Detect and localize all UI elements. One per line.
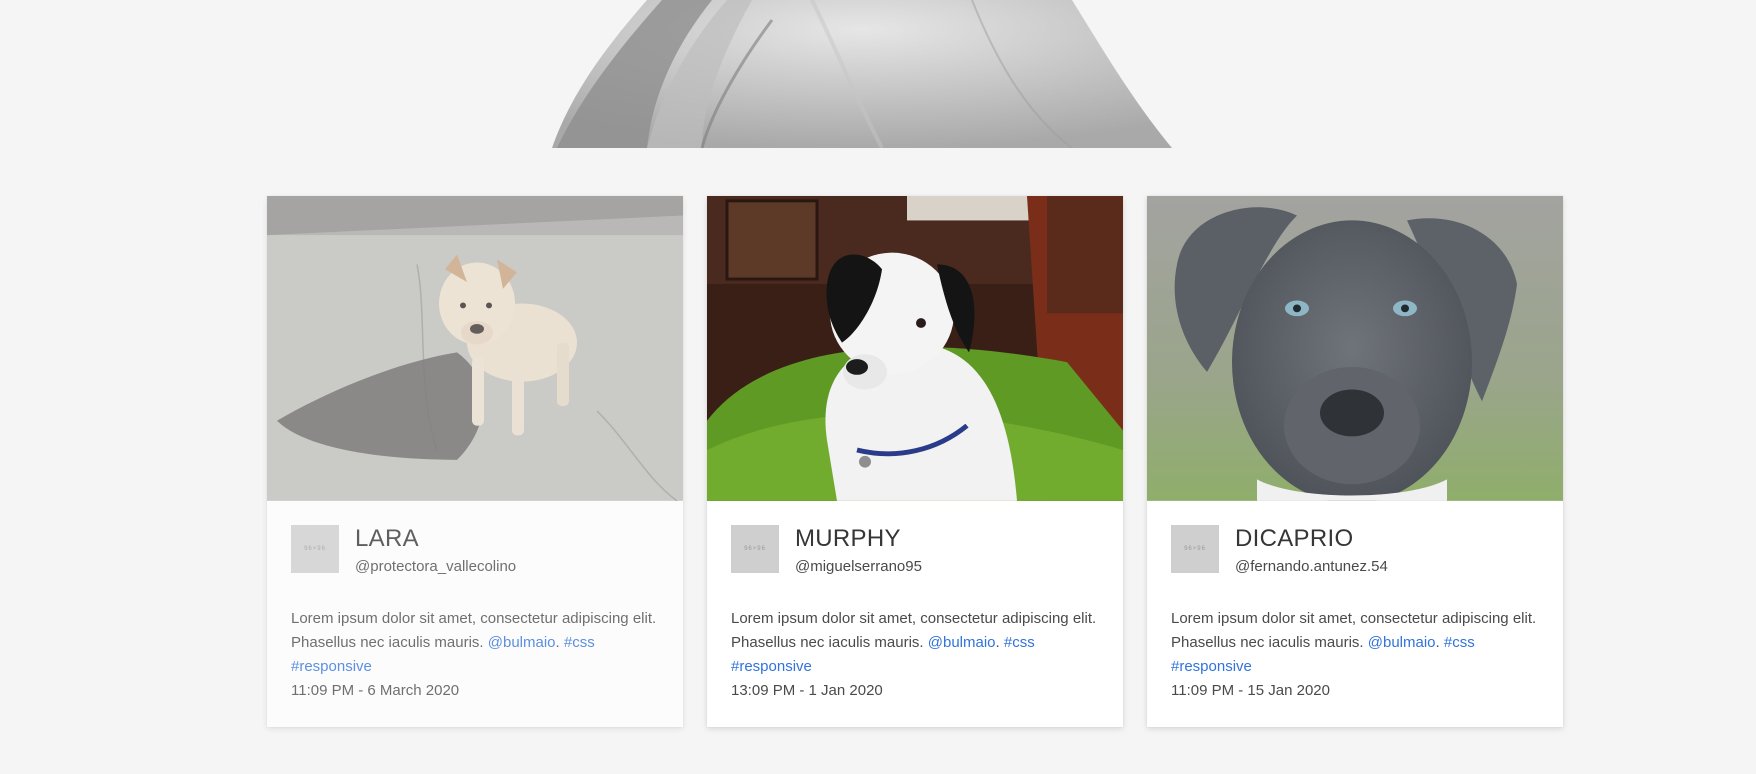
description-text: Lorem ipsum dolor sit amet, consectetur …: [291, 610, 657, 651]
tag-css-link[interactable]: #css: [1004, 634, 1035, 651]
avatar: 96×96: [1171, 524, 1219, 573]
mention-link[interactable]: @bulmaio: [1368, 634, 1436, 651]
card-description: Lorem ipsum dolor sit amet, consectetur …: [1171, 607, 1539, 703]
dog-cards-row: 96×96 LARA @protectora_vallecolino Lorem…: [267, 196, 1563, 727]
timestamp: 13:09 PM - 1 Jan 2020: [731, 682, 883, 699]
mention-link[interactable]: @bulmaio: [928, 634, 996, 651]
hero-dog-image: [552, 0, 1172, 148]
tag-css-link[interactable]: #css: [564, 634, 595, 651]
dog-photo: [1147, 196, 1563, 501]
card-description: Lorem ipsum dolor sit amet, consectetur …: [291, 607, 659, 703]
tag-responsive-link[interactable]: #responsive: [731, 658, 812, 675]
user-handle[interactable]: @protectora_vallecolino: [355, 558, 516, 577]
description-text: Lorem ipsum dolor sit amet, consectetur …: [731, 610, 1097, 651]
description-text: Lorem ipsum dolor sit amet, consectetur …: [1171, 610, 1537, 651]
timestamp: 11:09 PM - 6 March 2020: [291, 682, 460, 699]
avatar: 96×96: [291, 524, 339, 573]
dog-name: LARA: [355, 524, 419, 552]
dog-card-murphy[interactable]: 96×96 MURPHY @miguelserrano95 Lorem ipsu…: [707, 196, 1123, 727]
tag-responsive-link[interactable]: #responsive: [1171, 658, 1252, 675]
card-description: Lorem ipsum dolor sit amet, consectetur …: [731, 607, 1099, 703]
user-handle[interactable]: @miguelserrano95: [795, 558, 922, 577]
avatar-placeholder-text: 96×96: [744, 545, 766, 552]
avatar: 96×96: [731, 524, 779, 573]
user-handle[interactable]: @fernando.antunez.54: [1235, 558, 1388, 577]
timestamp: 11:09 PM - 15 Jan 2020: [1171, 682, 1330, 699]
avatar-placeholder-text: 96×96: [1184, 545, 1206, 552]
tag-responsive-link[interactable]: #responsive: [291, 658, 372, 675]
dog-card-dicaprio[interactable]: 96×96 DICAPRIO @fernando.antunez.54 Lore…: [1147, 196, 1563, 727]
dog-card-lara[interactable]: 96×96 LARA @protectora_vallecolino Lorem…: [267, 196, 683, 727]
mention-link[interactable]: @bulmaio: [488, 634, 556, 651]
dog-photo: [267, 196, 683, 501]
dog-name: MURPHY: [795, 524, 901, 552]
dog-photo: [707, 196, 1123, 501]
tag-css-link[interactable]: #css: [1444, 634, 1475, 651]
dog-name: DICAPRIO: [1235, 524, 1354, 552]
avatar-placeholder-text: 96×96: [304, 545, 326, 552]
